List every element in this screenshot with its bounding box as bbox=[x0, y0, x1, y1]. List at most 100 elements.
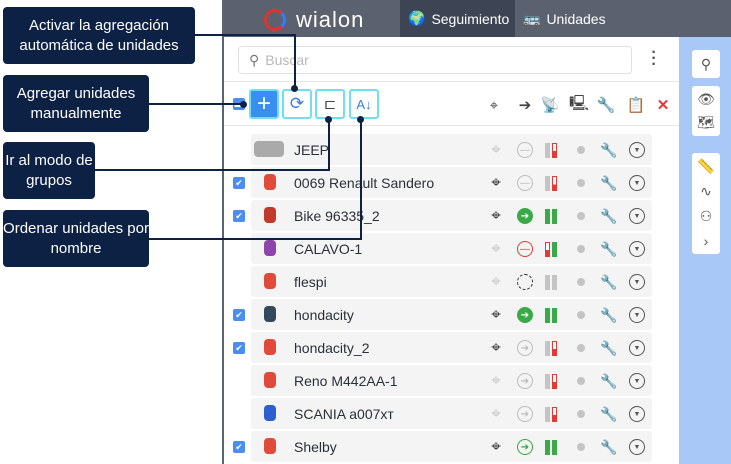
signal-bars bbox=[543, 439, 559, 455]
tab-seguimiento[interactable]: 🌍 Seguimiento bbox=[400, 0, 515, 37]
wrench-icon[interactable]: 🔧 bbox=[600, 340, 617, 356]
chevron-down-icon[interactable]: ▼ bbox=[629, 208, 645, 224]
chevron-down-icon[interactable]: ▼ bbox=[629, 340, 645, 356]
bar bbox=[552, 142, 557, 158]
wrench-icon[interactable]: 🔧 bbox=[600, 439, 617, 455]
chevron-down-icon[interactable]: ▼ bbox=[629, 439, 645, 455]
unit-checkbox[interactable]: ✔ bbox=[233, 309, 245, 321]
signal-bars bbox=[543, 373, 559, 389]
crosshair-icon[interactable]: ⌖ bbox=[488, 404, 504, 423]
unit-icon bbox=[264, 174, 276, 190]
wrench-icon[interactable]: 🔧 bbox=[600, 274, 617, 290]
unit-checkbox[interactable]: ✔ bbox=[233, 177, 245, 189]
search-icon: ⚲ bbox=[700, 55, 712, 72]
crosshair-icon[interactable]: ⌖ bbox=[488, 437, 504, 456]
map-search-button[interactable]: ⚲ bbox=[692, 50, 720, 78]
bar bbox=[545, 373, 550, 389]
callout-line bbox=[294, 34, 296, 88]
bar bbox=[545, 406, 550, 422]
crosshair-icon[interactable]: ⌖ bbox=[488, 371, 504, 390]
chevron-down-icon[interactable]: ▼ bbox=[629, 373, 645, 389]
groups-mode-button[interactable]: ⊏ bbox=[315, 89, 345, 119]
bar bbox=[552, 406, 557, 422]
chevron-right-icon[interactable]: › bbox=[704, 233, 709, 249]
chevron-down-icon[interactable]: ▼ bbox=[629, 274, 645, 290]
wrench-icon[interactable]: 🔧 bbox=[600, 208, 617, 224]
wrench-icon[interactable]: 🔧 bbox=[600, 175, 617, 191]
connection-dot bbox=[577, 410, 585, 418]
bar bbox=[552, 175, 557, 191]
add-units-button[interactable]: + bbox=[249, 89, 279, 119]
arrow-circle-icon[interactable]: ➔ bbox=[515, 95, 535, 115]
chevron-down-icon[interactable]: ▼ bbox=[629, 406, 645, 422]
bar bbox=[552, 340, 557, 356]
signal-bars bbox=[543, 307, 559, 323]
unit-checkbox[interactable]: ✔ bbox=[233, 342, 245, 354]
unit-name: Bike 96335_2 bbox=[294, 208, 380, 224]
map-icon[interactable]: 🗺 bbox=[697, 114, 715, 131]
unit-name: flespi bbox=[294, 274, 327, 290]
connection-dot bbox=[577, 245, 585, 253]
top-header: wialon 🌍 Seguimiento 🚌 Unidades bbox=[224, 0, 731, 37]
status-icon: ➔ bbox=[517, 406, 533, 422]
connection-dot bbox=[577, 179, 585, 187]
connection-dot bbox=[577, 311, 585, 319]
crosshair-icon[interactable]: ⌖ bbox=[488, 173, 504, 192]
wrench-icon[interactable]: 🔧 bbox=[600, 307, 617, 323]
callout-dot bbox=[325, 116, 332, 123]
callout-line bbox=[149, 238, 362, 240]
wrench-icon[interactable]: 🔧 bbox=[600, 406, 617, 422]
eye-icon[interactable]: 👁 bbox=[697, 91, 715, 108]
clipboard-icon[interactable]: 📋 bbox=[626, 95, 646, 115]
crosshair-icon[interactable]: ⌖ bbox=[488, 140, 504, 159]
unit-name: hondacity bbox=[294, 307, 354, 323]
wrench-icon[interactable]: 🔧 bbox=[600, 241, 617, 257]
wrench-icon[interactable]: 🔧 bbox=[600, 373, 617, 389]
chevron-down-icon[interactable]: ▼ bbox=[629, 142, 645, 158]
bar bbox=[552, 373, 557, 389]
close-icon[interactable]: ✕ bbox=[653, 95, 673, 115]
crosshair-icon[interactable]: ⌖ bbox=[488, 305, 504, 324]
search-input[interactable] bbox=[265, 52, 566, 68]
bar bbox=[545, 307, 550, 323]
chevron-down-icon[interactable]: ▼ bbox=[629, 175, 645, 191]
callout-line bbox=[195, 34, 295, 36]
tree-icon: ⊏ bbox=[323, 96, 337, 113]
crosshair-icon[interactable]: ⌖ bbox=[488, 272, 504, 291]
crosshair-icon[interactable]: ⌖ bbox=[488, 239, 504, 258]
sort-by-name-button[interactable]: A↓ bbox=[349, 89, 379, 119]
wrench-icon[interactable]: 🔧 bbox=[596, 95, 616, 115]
geofence-icon[interactable]: ⚇ bbox=[700, 208, 713, 225]
chevron-down-icon[interactable]: ▼ bbox=[629, 307, 645, 323]
callout-line bbox=[360, 119, 362, 240]
status-icon: — bbox=[517, 175, 533, 191]
crosshair-icon[interactable]: ⌖ bbox=[488, 206, 504, 225]
connection-dot bbox=[577, 443, 585, 451]
connection-dot bbox=[577, 212, 585, 220]
tab-unidades[interactable]: 🚌 Unidades bbox=[515, 0, 614, 37]
callout-add-manual: Agregar unidades manualmente bbox=[3, 75, 149, 132]
bar bbox=[545, 340, 550, 356]
status-icon bbox=[517, 274, 533, 290]
more-menu-icon[interactable]: · · · bbox=[650, 45, 658, 73]
bar bbox=[552, 241, 557, 257]
bar bbox=[545, 241, 550, 257]
status-icon: ➔ bbox=[517, 439, 533, 455]
logo-icon bbox=[264, 9, 286, 31]
crosshair-icon[interactable]: ⌖ bbox=[488, 338, 504, 357]
bar bbox=[552, 208, 557, 224]
unit-checkbox[interactable]: ✔ bbox=[233, 210, 245, 222]
auto-add-button[interactable]: ⟳ bbox=[282, 89, 312, 119]
crosshair-icon[interactable]: ⌖ bbox=[484, 95, 504, 115]
unit-checkbox[interactable]: ✔ bbox=[233, 441, 245, 453]
satellite-icon[interactable]: 📡 bbox=[540, 95, 560, 115]
chevron-down-icon[interactable]: ▼ bbox=[629, 241, 645, 257]
ruler-icon[interactable]: 📏 bbox=[697, 158, 714, 175]
route-icon[interactable]: ∿ bbox=[700, 183, 712, 200]
bar bbox=[545, 142, 550, 158]
signal-bars bbox=[543, 274, 559, 290]
units-panel: wialon 🌍Seguimiento 🚌Unidades ⚲ ··· ▬ + … bbox=[222, 0, 731, 464]
network-icon[interactable]: 🖳 bbox=[569, 95, 589, 115]
search-box: ⚲ bbox=[238, 46, 632, 74]
wrench-icon[interactable]: 🔧 bbox=[600, 142, 617, 158]
